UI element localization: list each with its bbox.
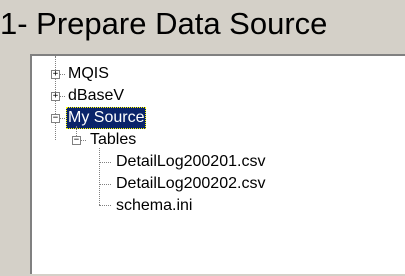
tree-item-label: Tables: [90, 131, 137, 148]
expand-icon[interactable]: +: [51, 92, 60, 101]
tree-item-label: schema.ini: [116, 197, 193, 214]
expand-icon[interactable]: +: [51, 70, 60, 79]
collapse-icon[interactable]: −: [51, 114, 60, 123]
tree-item-tables[interactable]: Tables: [88, 129, 138, 151]
tree-connector: [99, 205, 111, 206]
tree-item-file[interactable]: schema.ini: [114, 195, 194, 217]
tree-item-label: My Source: [68, 109, 145, 126]
tree-item-label: DetailLog200201.csv: [116, 153, 266, 170]
tree-connector: [99, 162, 111, 163]
tree-connector: [99, 148, 100, 205]
tree-item-my-source[interactable]: My Source: [66, 107, 147, 129]
collapse-icon[interactable]: −: [72, 136, 81, 145]
tree-item-label: DetailLog200202.csv: [116, 175, 266, 192]
tree-connector: [99, 184, 111, 185]
tree-item-dbasev[interactable]: dBaseV: [66, 85, 126, 107]
data-source-tree[interactable]: + MQIS + dBaseV − My Source − Tables Det…: [30, 54, 405, 276]
tree-item-mqis[interactable]: MQIS: [66, 63, 111, 85]
tree-item-label: dBaseV: [68, 87, 125, 104]
tree-item-label: MQIS: [68, 65, 109, 82]
page-title: 1- Prepare Data Source: [0, 6, 328, 41]
tree-item-file[interactable]: DetailLog200202.csv: [114, 173, 267, 195]
tree-item-file[interactable]: DetailLog200201.csv: [114, 151, 267, 173]
